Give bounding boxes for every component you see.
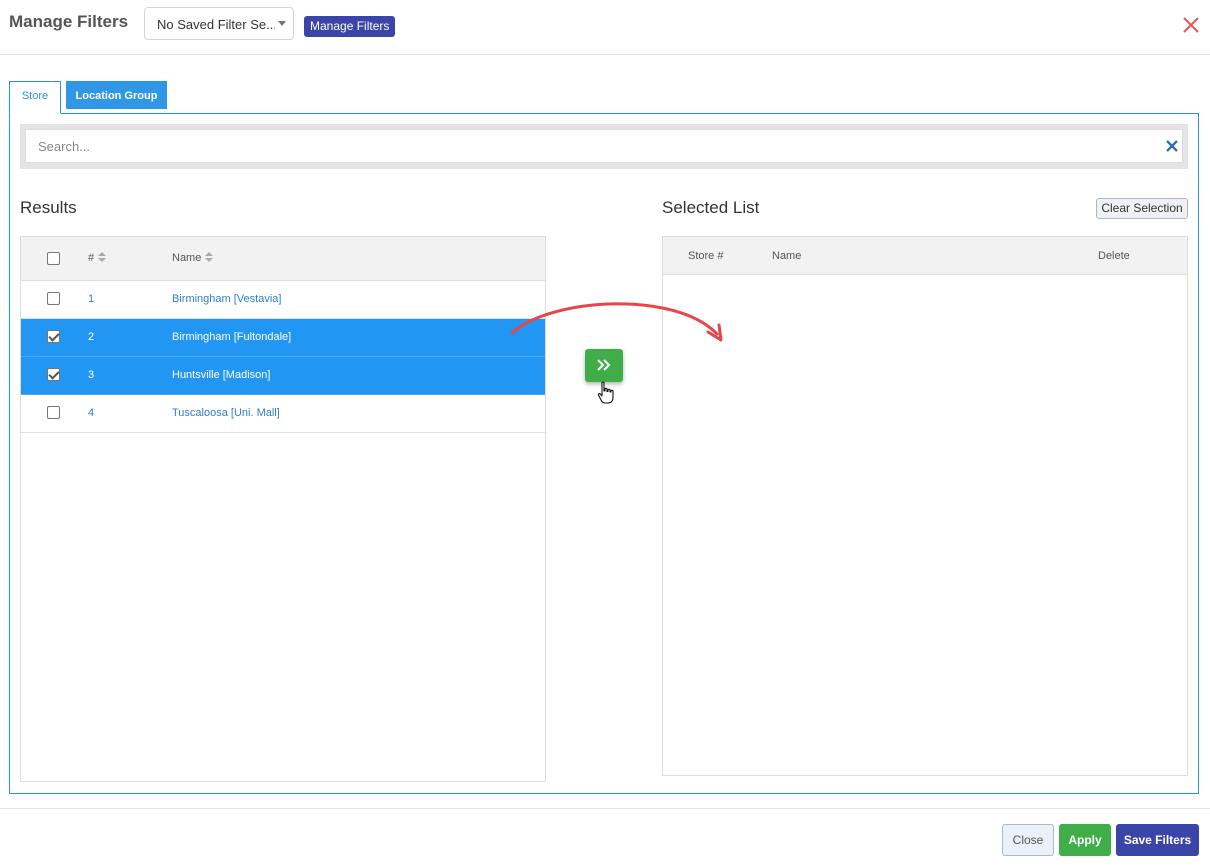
save-filters-button[interactable]: Save Filters bbox=[1116, 824, 1199, 856]
sort-icon bbox=[98, 252, 107, 264]
row-number: 4 bbox=[88, 407, 95, 419]
row-checkbox[interactable] bbox=[47, 292, 60, 305]
saved-filter-value: No Saved Filter Se... bbox=[157, 17, 275, 32]
row-checkbox[interactable] bbox=[47, 406, 60, 419]
tab-store[interactable]: Store bbox=[9, 81, 61, 114]
column-header-number-label: # bbox=[88, 252, 95, 264]
dialog-header: Manage Filters No Saved Filter Se... Man… bbox=[0, 0, 1210, 55]
selected-table-header: Store # Name Delete bbox=[663, 237, 1187, 275]
curved-arrow-icon bbox=[510, 302, 723, 342]
dialog-title: Manage Filters bbox=[9, 12, 129, 31]
results-heading: Results bbox=[20, 198, 77, 217]
clear-selection-button[interactable]: Clear Selection bbox=[1096, 198, 1188, 219]
row-name-link[interactable]: Huntsville [Madison] bbox=[172, 369, 270, 381]
close-button[interactable]: Close bbox=[1002, 824, 1054, 856]
column-header-delete: Delete bbox=[1098, 250, 1130, 262]
row-name-link[interactable]: Birmingham [Vestavia] bbox=[172, 293, 281, 305]
row-name-link[interactable]: Tuscaloosa [Uni. Mall] bbox=[172, 407, 280, 419]
hand-cursor-icon bbox=[597, 381, 614, 404]
row-number: 3 bbox=[88, 369, 95, 381]
row-checkbox[interactable] bbox=[47, 330, 60, 343]
column-header-name[interactable]: Name bbox=[172, 252, 214, 264]
apply-button[interactable]: Apply bbox=[1059, 824, 1111, 856]
column-header-name-label: Name bbox=[172, 252, 202, 264]
column-header-store-number: Store # bbox=[688, 250, 724, 262]
close-icon[interactable] bbox=[1180, 14, 1202, 36]
chevron-down-icon bbox=[278, 21, 286, 26]
footer-divider bbox=[0, 808, 1210, 809]
table-row[interactable]: 3 Huntsville [Madison] bbox=[21, 357, 545, 395]
table-row[interactable]: 4 Tuscaloosa [Uni. Mall] bbox=[21, 395, 545, 433]
row-number: 1 bbox=[88, 293, 95, 305]
selected-list-heading: Selected List bbox=[662, 198, 760, 217]
results-table-header: # Name bbox=[21, 237, 545, 281]
double-chevron-right-icon bbox=[597, 359, 611, 371]
row-number: 2 bbox=[88, 331, 95, 343]
select-all-checkbox[interactable] bbox=[47, 252, 60, 265]
row-checkbox[interactable] bbox=[47, 368, 60, 381]
tab-location-group[interactable]: Location Group bbox=[66, 81, 167, 109]
table-row[interactable]: 2 Birmingham [Fultondale] bbox=[21, 319, 545, 357]
clear-search-icon[interactable] bbox=[1165, 139, 1179, 153]
results-table: # Name 1 Birmingham [Vestavia] 2 Birming… bbox=[20, 236, 546, 782]
manage-filters-button[interactable]: Manage Filters bbox=[304, 16, 396, 37]
selected-list-table: Store # Name Delete bbox=[662, 236, 1188, 776]
column-header-number[interactable]: # bbox=[88, 252, 107, 264]
move-to-selected-button[interactable] bbox=[585, 349, 623, 382]
saved-filter-select[interactable]: No Saved Filter Se... bbox=[144, 7, 294, 40]
row-name-link[interactable]: Birmingham [Fultondale] bbox=[172, 331, 291, 343]
table-row[interactable]: 1 Birmingham [Vestavia] bbox=[21, 281, 545, 319]
sort-icon bbox=[205, 252, 214, 264]
search-input[interactable] bbox=[25, 129, 1183, 163]
column-header-name: Name bbox=[772, 250, 802, 262]
